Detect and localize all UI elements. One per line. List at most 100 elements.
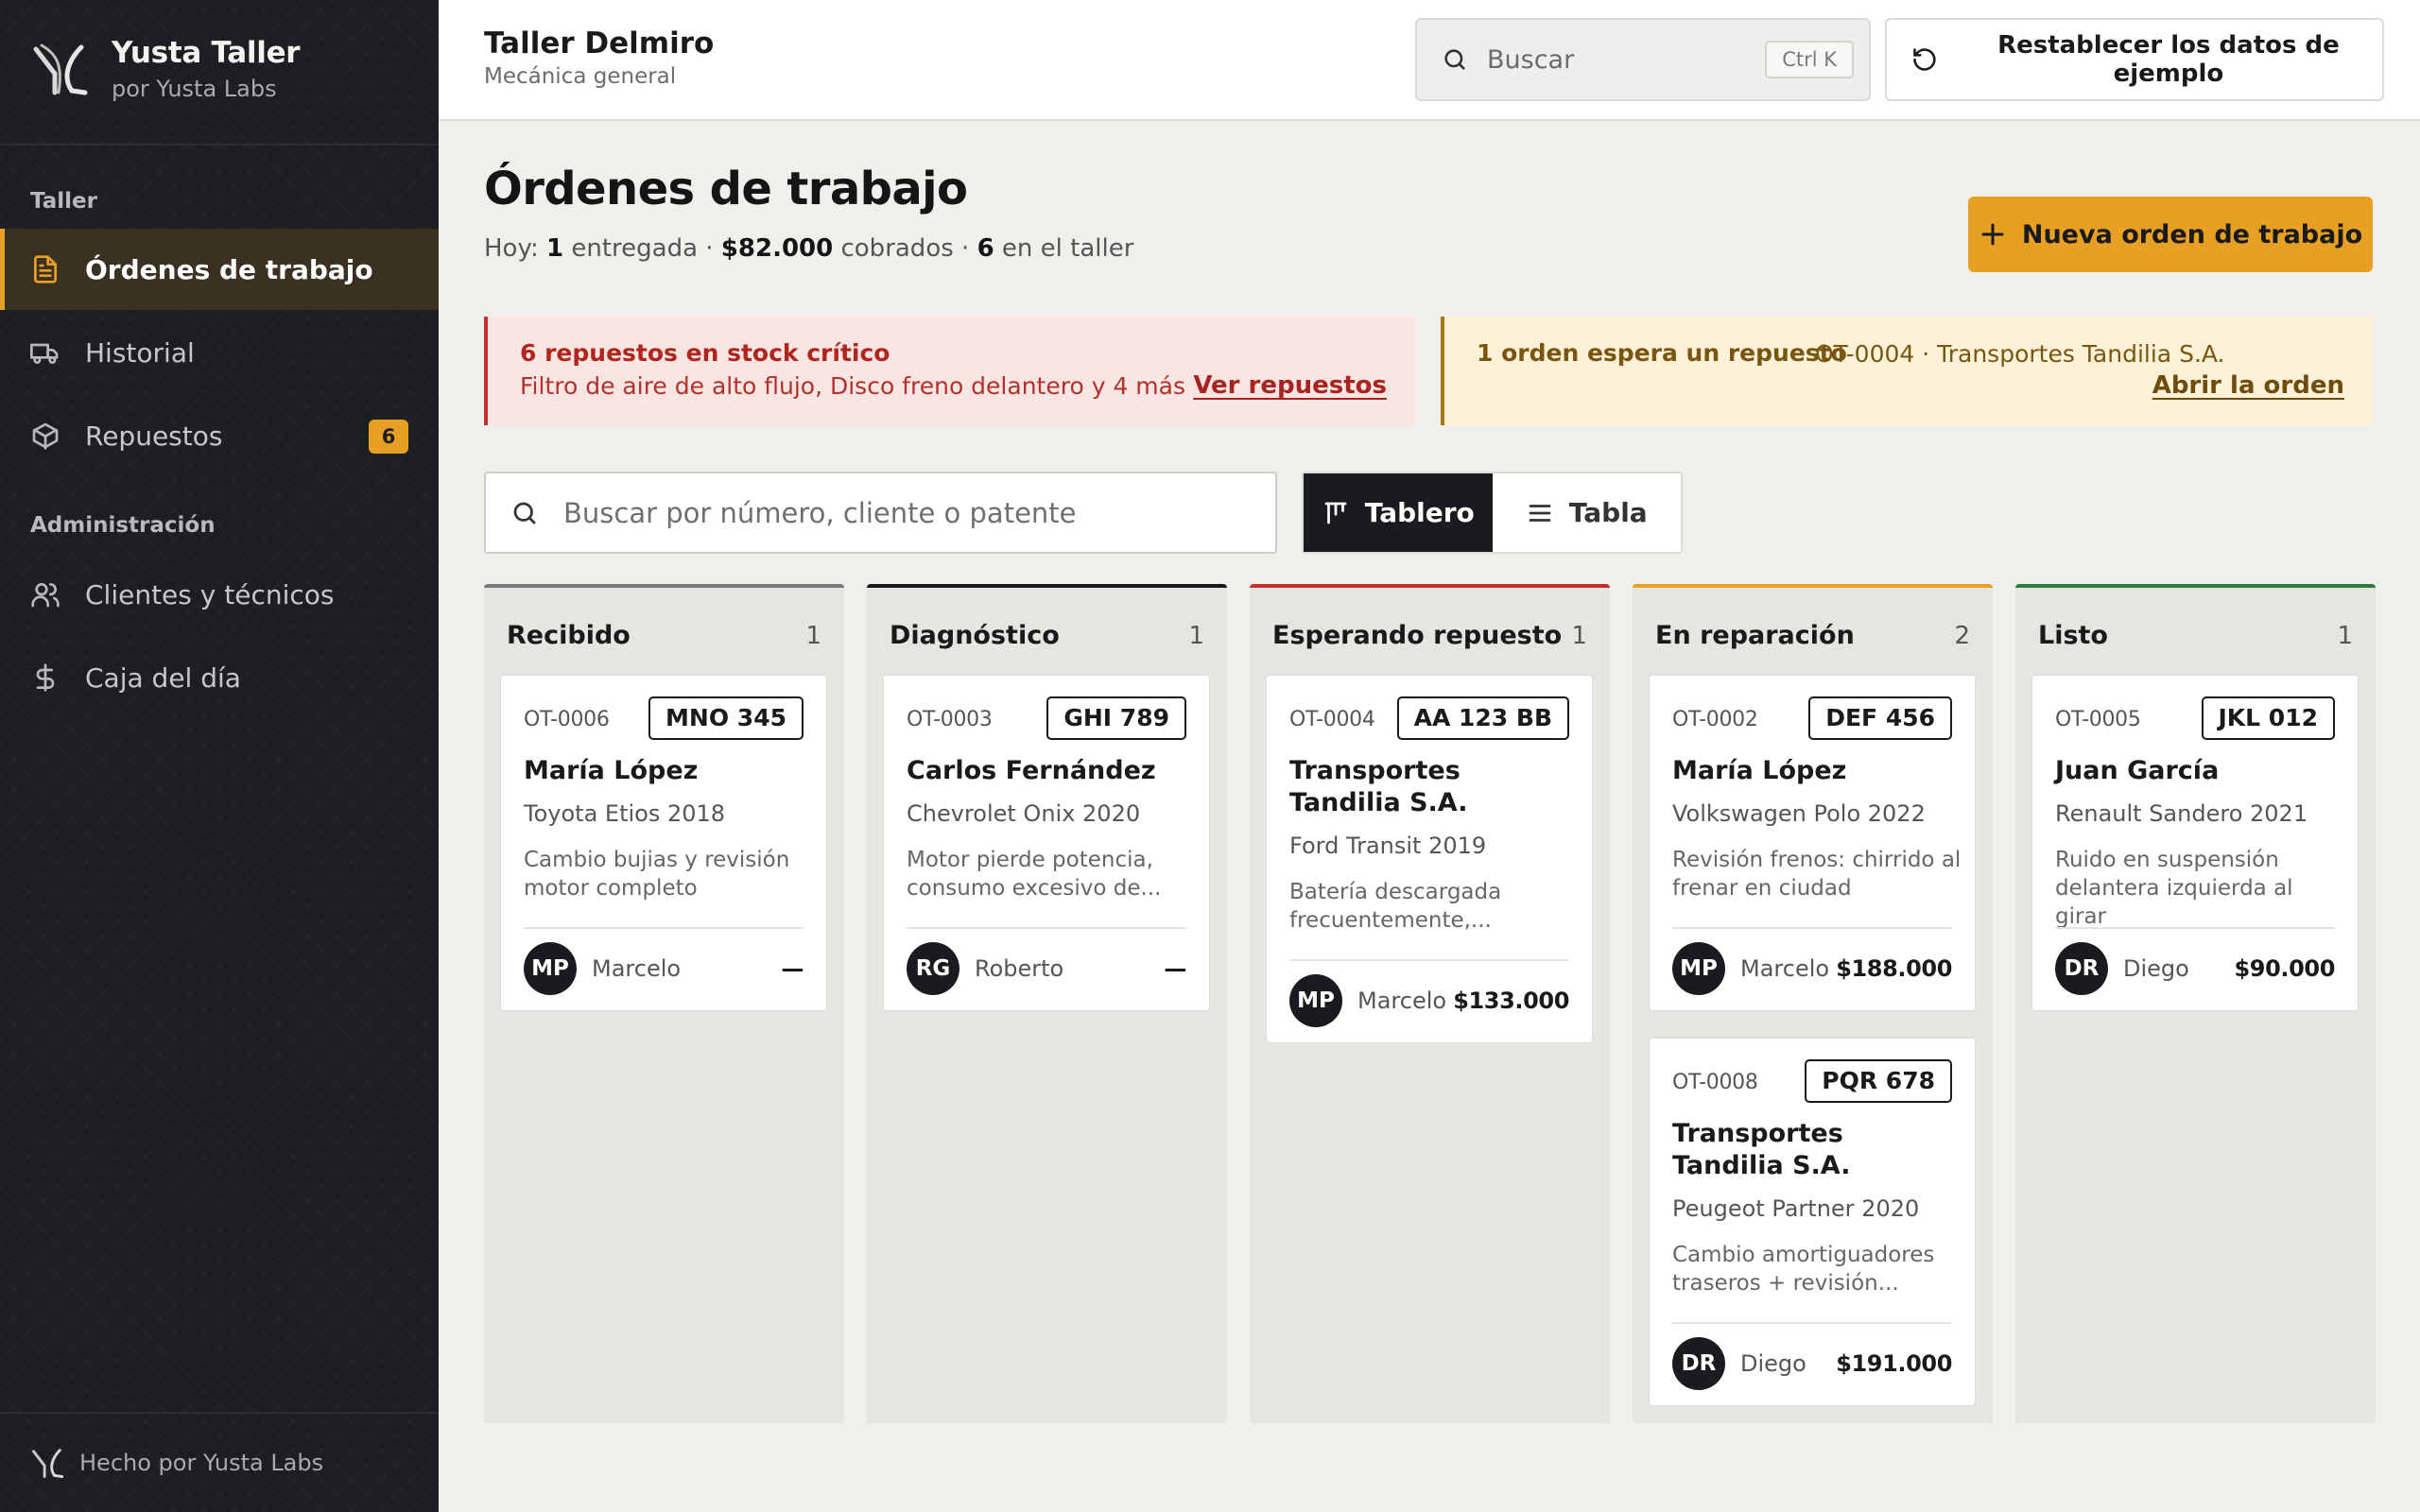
column-count: 1 [2337,622,2353,650]
topbar: Taller Delmiro Mecánica general Ctrl K R… [439,0,2420,121]
reset-sample-data-button[interactable]: Restablecer los datos de ejemplo [1885,18,2384,101]
avatar: DR [2055,942,2108,995]
technician-name: Marcelo [1357,988,1447,1014]
brand-title: Yusta Taller [112,36,301,70]
sidebar-item-cash[interactable]: Caja del día [0,637,439,718]
sidebar-item-clients[interactable]: Clientes y técnicos [0,554,439,635]
page-title: Órdenes de trabajo [484,163,968,215]
vehicle: Volkswagen Polo 2022 [1672,800,1926,827]
section-label-taller: Taller [30,189,97,214]
card-divider [1289,959,1569,961]
summary-collected-label: cobrados · [833,234,977,263]
work-order-card[interactable]: OT-0003 GHI 789 Carlos Fernández Chevrol… [883,675,1210,1011]
daily-summary: Hoy: 1 entregada · $82.000 cobrados · 6 … [484,234,1133,263]
global-search-input[interactable] [1487,44,1752,75]
document-icon [34,255,57,284]
technician-name: Roberto [975,955,1064,982]
tab-board-view[interactable]: Tablero [1304,473,1493,552]
tab-label: Tabla [1568,497,1648,528]
column-count: 1 [805,622,821,650]
board-search[interactable] [484,472,1277,554]
job-description: Cambio amortiguadores traseros + revisió… [1672,1243,1935,1296]
avatar: RG [907,942,959,995]
yusta-logo-icon [33,43,88,95]
vehicle: Peugeot Partner 2020 [1672,1195,1920,1222]
work-order-card[interactable]: OT-0005 JKL 012 Juan García Renault Sand… [2031,675,2359,1011]
new-work-order-button[interactable]: Nueva orden de trabajo [1968,197,2373,272]
customer-name: Transportes Tandilia S.A. [1672,1119,1851,1180]
order-amount: $90.000 [2234,955,2335,982]
order-amount: $191.000 [1836,1350,1952,1377]
summary-collected: $82.000 [720,234,834,263]
list-icon [1529,504,1551,522]
box-icon [32,422,59,450]
order-amount: — [781,955,804,982]
sidebar-item-label: Repuestos [85,420,223,452]
sidebar-item-label: Clientes y técnicos [85,578,335,610]
sidebar-item-parts[interactable]: Repuestos 6 [0,395,439,476]
tab-label: Tablero [1364,497,1475,528]
customer-name: María López [1672,756,1847,785]
column-title: Listo [2038,621,2108,650]
section-label-admin: Administración [30,513,216,538]
sidebar-item-work-orders[interactable]: Órdenes de trabajo [0,229,439,310]
view-parts-link[interactable]: Ver repuestos [1193,371,1387,400]
card-divider [1672,1322,1952,1324]
alert-title: 1 orden espera un repuesto [1477,339,1847,367]
column-title: Recibido [507,621,631,650]
vehicle: Renault Sandero 2021 [2055,800,2308,827]
order-number: OT-0002 [1672,708,1758,731]
column-title: En reparación [1655,621,1855,650]
customer-name: Carlos Fernández [907,756,1156,785]
work-order-card[interactable]: OT-0004 AA 123 BB Transportes Tandilia S… [1266,675,1593,1043]
order-number: OT-0008 [1672,1071,1758,1094]
brand[interactable]: Yusta Taller por Yusta Labs [30,36,427,102]
alert-order-ref: OT-0004 · Transportes Tandilia S.A. [1815,340,2225,368]
open-order-link[interactable]: Abrir la orden [2152,371,2344,400]
work-order-card[interactable]: OT-0002 DEF 456 María López Volkswagen P… [1649,675,1976,1011]
alert-body: Filtro de aire de alto flujo, Disco fren… [520,372,1185,400]
sidebar-item-label: Caja del día [85,662,241,694]
license-plate: MNO 345 [648,696,804,740]
work-order-card[interactable]: OT-0006 MNO 345 María López Toyota Etios… [500,675,827,1011]
board-search-input[interactable] [563,496,1244,529]
summary-in-shop-label: en el taller [994,234,1134,263]
card-divider [1672,927,1952,929]
tab-table-view[interactable]: Tabla [1493,473,1682,552]
order-amount: $133.000 [1453,988,1569,1014]
search-shortcut: Ctrl K [1765,41,1854,78]
summary-prefix: Hoy: [484,234,546,263]
avatar: MP [1289,974,1342,1027]
sidebar-footer[interactable]: Hecho por Yusta Labs [30,1446,323,1480]
reset-button-label: Restablecer los datos de ejemplo [1997,31,2340,88]
technician-name: Marcelo [592,955,682,982]
board-column-waiting-part: Esperando repuesto 1 OT-0004 AA 123 BB T… [1250,584,1610,1423]
customer-name: Transportes Tandilia S.A. [1289,756,1468,817]
board-column-in-repair: En reparación 2 OT-0002 DEF 456 María Ló… [1633,584,1993,1423]
dollar-icon [36,663,55,692]
avatar: DR [1672,1337,1725,1390]
order-number: OT-0005 [2055,708,2141,731]
sidebar: Yusta Taller por Yusta Labs Taller Órden… [0,0,439,1512]
column-count: 2 [1954,622,1970,650]
order-number: OT-0004 [1289,708,1375,731]
yusta-logo-icon [32,1449,64,1478]
critical-stock-alert: 6 repuestos en stock crítico Filtro de a… [484,317,1415,425]
order-amount: $188.000 [1836,955,1952,982]
parts-count-badge: 6 [369,420,408,454]
footer-credit: Hecho por Yusta Labs [79,1450,324,1476]
global-search[interactable]: Ctrl K [1415,18,1871,101]
order-number: OT-0003 [907,708,993,731]
sidebar-item-history[interactable]: Historial [0,312,439,393]
order-amount: — [1164,955,1186,982]
column-title: Esperando repuesto [1272,621,1563,650]
work-order-card[interactable]: OT-0008 PQR 678 Transportes Tandilia S.A… [1649,1038,1976,1406]
license-plate: GHI 789 [1046,696,1186,740]
waiting-part-alert: 1 orden espera un repuesto OT-0004 · Tra… [1441,317,2373,425]
customer-name: Juan García [2055,756,2220,785]
plus-icon [1981,223,2004,246]
new-order-label: Nueva orden de trabajo [2021,219,2363,249]
vehicle: Ford Transit 2019 [1289,833,1487,859]
technician-name: Marcelo [1740,955,1830,982]
avatar: MP [1672,942,1725,995]
